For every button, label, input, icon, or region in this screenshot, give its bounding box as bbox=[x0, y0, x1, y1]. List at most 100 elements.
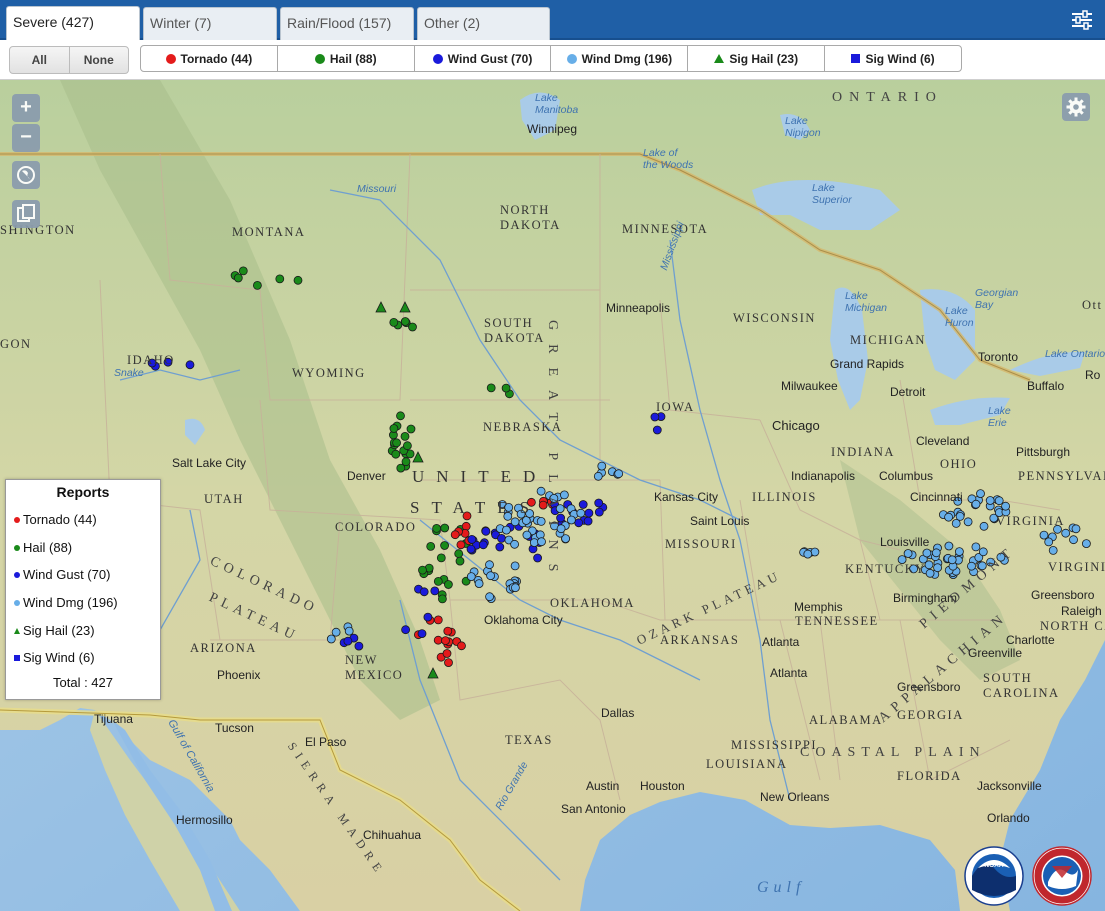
report-marker[interactable] bbox=[442, 649, 452, 658]
tab-severe[interactable]: Severe (427) bbox=[6, 6, 140, 41]
report-marker[interactable] bbox=[485, 560, 494, 570]
toggle-tornado[interactable]: Tornado (44) bbox=[141, 46, 277, 71]
report-map[interactable]: ONTARIO Lake Manitoba Winnipeg Lake Nipigo… bbox=[0, 80, 1105, 911]
report-marker[interactable] bbox=[444, 658, 453, 667]
report-marker[interactable] bbox=[423, 612, 433, 622]
report-marker[interactable] bbox=[924, 560, 934, 570]
report-marker[interactable] bbox=[510, 561, 520, 571]
report-marker[interactable] bbox=[343, 636, 353, 646]
report-marker[interactable] bbox=[238, 266, 248, 276]
tab-winter[interactable]: Winter (7) bbox=[143, 7, 277, 40]
report-marker[interactable] bbox=[252, 280, 262, 290]
sliders-icon[interactable] bbox=[1071, 10, 1093, 30]
report-marker[interactable] bbox=[408, 322, 417, 332]
report-marker[interactable] bbox=[443, 626, 453, 636]
report-marker[interactable] bbox=[576, 508, 586, 518]
report-marker[interactable] bbox=[400, 431, 410, 441]
report-marker[interactable] bbox=[963, 517, 973, 527]
report-marker[interactable] bbox=[437, 594, 447, 604]
toggle-hail[interactable]: Hail (88) bbox=[276, 46, 414, 71]
globe-icon[interactable] bbox=[12, 161, 40, 189]
report-marker[interactable] bbox=[457, 641, 466, 651]
report-marker[interactable] bbox=[495, 542, 505, 552]
report-marker[interactable] bbox=[485, 592, 495, 602]
report-marker[interactable] bbox=[560, 490, 569, 500]
report-marker[interactable] bbox=[979, 521, 989, 531]
toggle-sig-wind[interactable]: Sig Wind (6) bbox=[824, 46, 961, 71]
report-marker[interactable] bbox=[401, 625, 411, 635]
report-marker[interactable] bbox=[326, 634, 336, 644]
report-marker[interactable] bbox=[275, 274, 285, 284]
report-marker[interactable] bbox=[432, 523, 442, 533]
report-marker[interactable] bbox=[389, 317, 399, 327]
toggle-sig-hail[interactable]: Sig Hail (23) bbox=[687, 46, 824, 71]
report-marker[interactable] bbox=[400, 317, 410, 326]
report-marker[interactable] bbox=[574, 518, 584, 528]
report-marker[interactable] bbox=[417, 629, 427, 638]
report-marker[interactable] bbox=[467, 534, 477, 544]
report-marker[interactable] bbox=[436, 553, 446, 563]
report-marker[interactable] bbox=[440, 541, 450, 550]
report-marker[interactable] bbox=[971, 499, 981, 509]
report-marker[interactable] bbox=[456, 540, 466, 550]
report-marker[interactable] bbox=[967, 561, 976, 571]
report-marker[interactable] bbox=[392, 438, 402, 448]
report-marker[interactable] bbox=[497, 533, 506, 543]
report-marker[interactable] bbox=[443, 580, 453, 589]
report-marker[interactable] bbox=[510, 539, 519, 549]
report-marker[interactable] bbox=[1039, 530, 1049, 540]
zoom-in-button[interactable]: + bbox=[12, 94, 40, 122]
report-marker[interactable] bbox=[433, 615, 443, 625]
report-marker[interactable] bbox=[947, 555, 957, 565]
report-marker[interactable] bbox=[331, 627, 341, 637]
report-marker[interactable] bbox=[501, 383, 511, 393]
report-marker[interactable] bbox=[578, 500, 588, 509]
tab-other[interactable]: Other (2) bbox=[417, 7, 550, 40]
report-marker[interactable] bbox=[567, 515, 576, 525]
report-marker[interactable] bbox=[391, 449, 401, 459]
zoom-out-button[interactable]: − bbox=[12, 124, 40, 152]
report-marker[interactable] bbox=[652, 425, 662, 435]
report-marker[interactable] bbox=[533, 553, 542, 563]
report-marker[interactable] bbox=[1082, 539, 1091, 549]
layers-icon[interactable] bbox=[12, 200, 40, 228]
report-marker[interactable] bbox=[510, 517, 520, 527]
tab-rain-flood[interactable]: Rain/Flood (157) bbox=[280, 7, 414, 40]
report-marker[interactable] bbox=[344, 626, 354, 636]
report-marker[interactable] bbox=[1048, 545, 1058, 555]
report-marker[interactable] bbox=[971, 542, 981, 552]
report-marker[interactable] bbox=[461, 521, 471, 531]
report-marker[interactable] bbox=[450, 530, 460, 540]
report-marker[interactable] bbox=[1044, 537, 1054, 547]
gear-icon[interactable] bbox=[1062, 93, 1090, 121]
report-marker[interactable] bbox=[955, 511, 965, 521]
report-marker[interactable] bbox=[478, 540, 488, 550]
select-all-button[interactable]: All bbox=[10, 47, 69, 73]
report-marker[interactable] bbox=[583, 516, 593, 526]
report-marker[interactable] bbox=[440, 523, 450, 533]
report-marker[interactable] bbox=[441, 636, 450, 645]
report-marker[interactable] bbox=[433, 635, 443, 645]
report-marker[interactable] bbox=[803, 549, 813, 559]
report-marker[interactable] bbox=[293, 275, 303, 285]
report-marker[interactable] bbox=[614, 469, 624, 479]
report-marker[interactable] bbox=[466, 572, 476, 582]
report-marker[interactable] bbox=[426, 541, 436, 551]
report-marker[interactable] bbox=[402, 441, 412, 451]
report-marker[interactable] bbox=[1071, 524, 1081, 534]
report-marker[interactable] bbox=[466, 544, 476, 554]
report-marker[interactable] bbox=[418, 565, 427, 575]
report-marker[interactable] bbox=[903, 549, 913, 558]
report-marker[interactable] bbox=[1001, 501, 1010, 511]
report-marker[interactable] bbox=[396, 463, 406, 473]
report-marker[interactable] bbox=[481, 526, 491, 536]
select-none-button[interactable]: None bbox=[68, 47, 129, 73]
report-marker[interactable] bbox=[474, 579, 484, 589]
report-marker[interactable] bbox=[396, 411, 405, 421]
report-marker[interactable] bbox=[931, 548, 941, 558]
report-marker[interactable] bbox=[185, 360, 195, 370]
report-marker[interactable] bbox=[944, 541, 954, 551]
report-marker[interactable] bbox=[486, 383, 496, 393]
report-marker[interactable] bbox=[994, 496, 1004, 506]
report-marker[interactable] bbox=[486, 571, 496, 581]
